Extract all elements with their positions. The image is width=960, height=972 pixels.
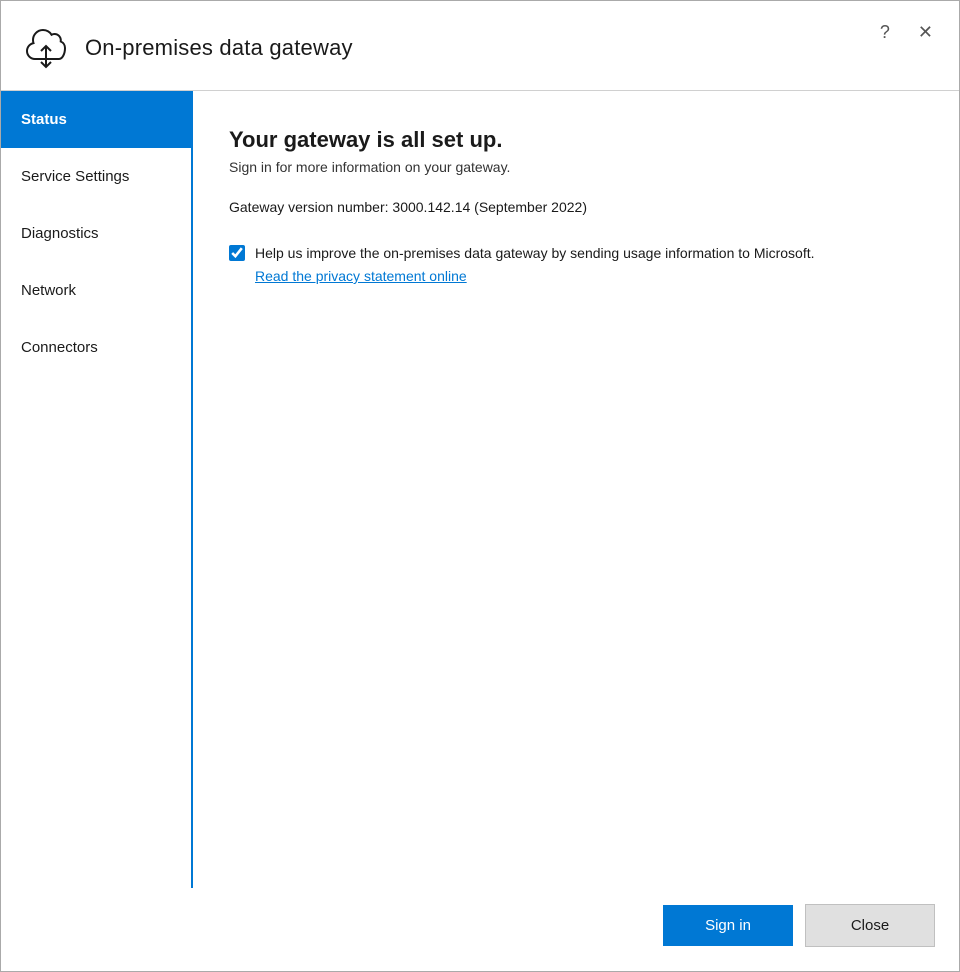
sidebar-item-network[interactable]: Network: [1, 262, 191, 319]
app-title: On-premises data gateway: [85, 35, 353, 61]
window-close-button[interactable]: ✕: [912, 21, 939, 43]
help-button[interactable]: ?: [874, 21, 896, 43]
sidebar-item-service-settings[interactable]: Service Settings: [1, 148, 191, 205]
main-window: On-premises data gateway ? ✕ Status Serv…: [0, 0, 960, 972]
title-bar-left: On-premises data gateway: [21, 25, 874, 70]
sidebar-item-diagnostics[interactable]: Diagnostics: [1, 205, 191, 262]
footer: Sign in Close: [1, 888, 959, 971]
usage-checkbox-label: Help us improve the on-premises data gat…: [255, 243, 815, 264]
sidebar: Status Service Settings Diagnostics Netw…: [1, 91, 193, 888]
content-area: Status Service Settings Diagnostics Netw…: [1, 91, 959, 888]
gateway-heading: Your gateway is all set up.: [229, 127, 919, 153]
gateway-version: Gateway version number: 3000.142.14 (Sep…: [229, 199, 919, 215]
title-bar-controls: ? ✕: [874, 19, 939, 43]
usage-checkbox[interactable]: [229, 245, 245, 261]
cloud-gateway-icon: [21, 25, 71, 70]
title-bar: On-premises data gateway ? ✕: [1, 1, 959, 91]
privacy-link[interactable]: Read the privacy statement online: [255, 268, 919, 284]
main-panel: Your gateway is all set up. Sign in for …: [193, 91, 959, 888]
sign-in-button[interactable]: Sign in: [663, 905, 793, 946]
usage-checkbox-container: Help us improve the on-premises data gat…: [229, 243, 919, 264]
gateway-subheading: Sign in for more information on your gat…: [229, 159, 919, 175]
sidebar-item-connectors[interactable]: Connectors: [1, 319, 191, 376]
sidebar-item-status[interactable]: Status: [1, 91, 191, 148]
close-button[interactable]: Close: [805, 904, 935, 947]
